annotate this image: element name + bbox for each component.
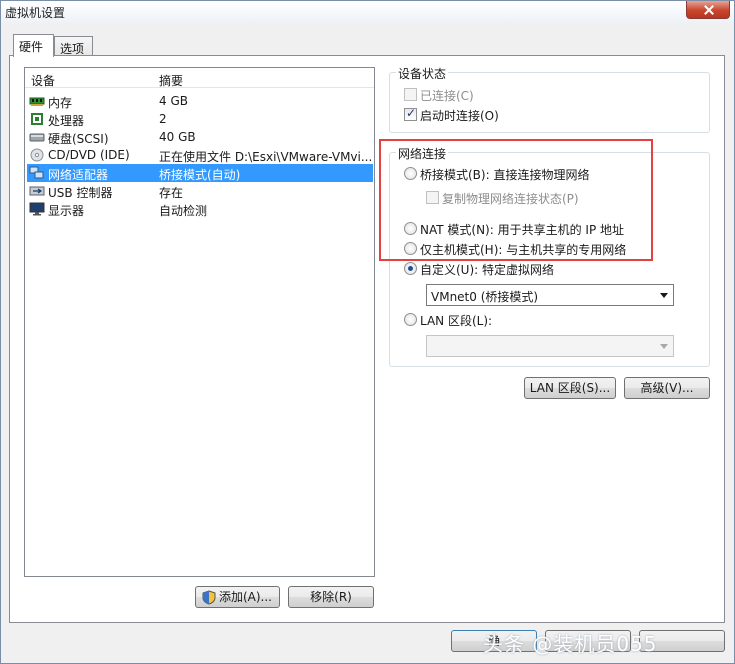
window-title: 虚拟机设置: [5, 6, 66, 20]
host-only-radio[interactable]: [404, 242, 417, 255]
replicate-state-label: 复制物理网络连接状态(P): [442, 192, 579, 206]
device-summary: 4 GB: [159, 94, 188, 108]
radio-selected-dot: [408, 266, 413, 271]
display-icon: [29, 202, 45, 216]
device-summary: 存在: [159, 186, 184, 200]
lan-segment-select[interactable]: [426, 335, 674, 357]
tab-options-label: 选项: [60, 42, 85, 56]
lan-segments-button-label: LAN 区段(S)...: [529, 381, 611, 395]
connected-label: 已连接(C): [420, 89, 474, 103]
bridged-label: 桥接模式(B): 直接连接物理网络: [420, 168, 590, 182]
device-summary: 桥接模式(自动): [159, 168, 241, 182]
nat-radio[interactable]: [404, 222, 417, 235]
tab-hardware[interactable]: 硬件: [13, 34, 54, 57]
device-name: 硬盘(SCSI): [48, 132, 109, 146]
device-summary: 自动检测: [159, 204, 208, 218]
column-summary[interactable]: 摘要: [159, 72, 183, 89]
connect-at-power-on-checkbox[interactable]: ✓: [404, 106, 417, 121]
device-row-display[interactable]: 显示器 自动检测: [27, 200, 373, 218]
custom-network-value: VMnet0 (桥接模式): [431, 290, 539, 304]
nat-label: NAT 模式(N): 用于共享主机的 IP 地址: [420, 223, 625, 237]
add-device-button[interactable]: 添加(A)...: [195, 586, 280, 608]
chevron-down-icon: [660, 293, 668, 298]
replicate-state-checkbox[interactable]: [426, 191, 439, 204]
column-device[interactable]: 设备: [31, 72, 55, 89]
tab-hardware-label: 硬件: [19, 40, 44, 54]
lan-segments-button[interactable]: LAN 区段(S)...: [524, 377, 616, 399]
network-connection-title: 网络连接: [396, 145, 449, 162]
device-summary: 正在使用文件 D:\Esxi\VMware-VMvi...: [159, 150, 371, 164]
device-name: 网络适配器: [48, 168, 109, 182]
custom-radio[interactable]: [404, 262, 417, 275]
device-summary: 40 GB: [159, 130, 196, 144]
cd-dvd-icon: [30, 148, 44, 162]
device-name: CD/DVD (IDE): [48, 148, 130, 162]
device-row-memory[interactable]: 内存 4 GB: [27, 92, 373, 110]
device-row-hard-disk[interactable]: 硬盘(SCSI) 40 GB: [27, 128, 373, 146]
device-name: 处理器: [48, 114, 85, 128]
title-bar[interactable]: 虚拟机设置: [1, 1, 734, 23]
watermark-text: 头条 @装机员055: [483, 632, 658, 656]
device-name: 显示器: [48, 204, 85, 218]
device-name: USB 控制器: [48, 186, 113, 200]
bridged-radio[interactable]: [404, 167, 417, 180]
advanced-button[interactable]: 高级(V)...: [624, 377, 710, 399]
advanced-button-label: 高级(V)...: [640, 381, 694, 395]
hard-disk-icon: [29, 133, 45, 142]
connect-at-power-on-label: 启动时连接(O): [420, 109, 499, 123]
device-summary: 2: [159, 112, 167, 126]
close-icon[interactable]: [686, 1, 730, 19]
memory-icon: [29, 97, 45, 106]
device-row-processor[interactable]: 处理器 2: [27, 110, 373, 128]
shield-icon: [202, 590, 216, 605]
device-list[interactable]: 设备 摘要 内存 4 GB 处理器 2 硬盘(SCSI) 40 GB CD/DV…: [24, 67, 375, 577]
checkmark-icon: ✓: [406, 106, 417, 120]
lan-segment-label: LAN 区段(L):: [420, 314, 493, 328]
lan-segment-radio[interactable]: [404, 313, 417, 326]
device-list-header: 设备 摘要: [25, 68, 374, 88]
remove-button-label: 移除(R): [310, 590, 352, 604]
device-row-usb-controller[interactable]: USB 控制器 存在: [27, 182, 373, 200]
network-adapter-icon: [29, 166, 44, 179]
device-status-title: 设备状态: [396, 65, 449, 82]
chevron-down-icon: [660, 344, 668, 349]
usb-controller-icon: [29, 186, 45, 196]
processor-icon: [31, 113, 43, 125]
custom-network-select[interactable]: VMnet0 (桥接模式): [426, 284, 674, 306]
remove-device-button[interactable]: 移除(R): [288, 586, 374, 608]
device-row-network-adapter[interactable]: 网络适配器 桥接模式(自动): [27, 164, 373, 182]
device-name: 内存: [48, 96, 73, 110]
custom-label: 自定义(U): 特定虚拟网络: [420, 263, 555, 277]
device-row-cd-dvd[interactable]: CD/DVD (IDE) 正在使用文件 D:\Esxi\VMware-VMvi.…: [27, 146, 373, 164]
tab-options[interactable]: 选项: [54, 36, 93, 57]
host-only-label: 仅主机模式(H): 与主机共享的专用网络: [420, 243, 627, 257]
connected-checkbox[interactable]: [404, 88, 417, 101]
